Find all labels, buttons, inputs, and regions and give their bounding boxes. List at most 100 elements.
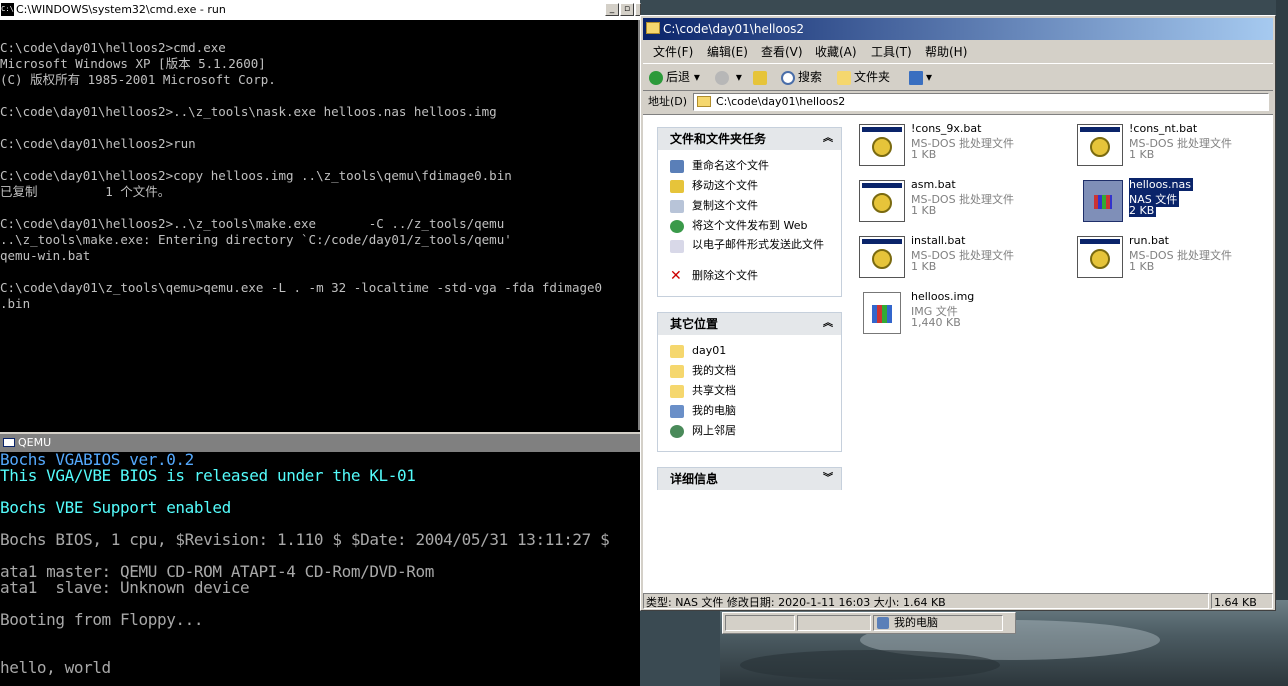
task-rename[interactable]: 重命名这个文件 xyxy=(658,156,841,176)
details-title: 详细信息 xyxy=(670,472,719,486)
details-header[interactable]: 详细信息 ︾ xyxy=(658,468,841,490)
tasks-panel-header[interactable]: 文件和文件夹任务 ︽ xyxy=(658,128,841,150)
menu-file[interactable]: 文件(F) xyxy=(653,42,693,62)
file-size: 1 KB xyxy=(1129,148,1155,161)
menu-favorites[interactable]: 收藏(A) xyxy=(815,42,857,62)
task-publish-web[interactable]: 将这个文件发布到 Web xyxy=(658,216,841,236)
batch-file-icon xyxy=(1077,124,1123,166)
details-panel: 详细信息 ︾ xyxy=(657,467,842,490)
collapse-icon[interactable]: ︽ xyxy=(823,313,833,335)
back-button[interactable]: 后退 ▾ xyxy=(649,64,700,90)
cmd-window[interactable]: C:\ C:\WINDOWS\system32\cmd.exe - run _ … xyxy=(0,0,641,430)
batch-file-icon xyxy=(859,124,905,166)
folder-icon xyxy=(670,365,684,378)
file-name: !cons_9x.bat xyxy=(911,122,982,135)
search-button[interactable]: 搜索 xyxy=(781,64,822,90)
window-icon xyxy=(3,438,15,447)
expand-icon[interactable]: ︾ xyxy=(823,468,833,490)
back-arrow-icon xyxy=(649,70,663,85)
explorer-title-bar[interactable]: C:\code\day01\helloos2 xyxy=(643,18,1273,40)
address-bar: 地址(D) C:\code\day01\helloos2 xyxy=(643,90,1273,113)
place-my-documents[interactable]: 我的文档 xyxy=(658,361,841,381)
desktop-shadow xyxy=(740,650,1000,680)
search-icon xyxy=(781,70,795,85)
move-icon xyxy=(670,180,684,193)
my-computer-item[interactable]: 我的电脑 xyxy=(873,615,1003,631)
task-email[interactable]: 以电子邮件形式发送此文件 xyxy=(658,236,841,266)
menu-edit[interactable]: 编辑(E) xyxy=(707,42,748,62)
place-network[interactable]: 网上邻居 xyxy=(658,421,841,441)
cmd-output[interactable]: C:\code\day01\helloos2>cmd.exe Microsoft … xyxy=(0,40,640,430)
up-button[interactable] xyxy=(753,64,770,90)
folder-icon xyxy=(697,96,711,107)
email-icon xyxy=(670,240,684,253)
place-day01[interactable]: day01 xyxy=(658,341,841,361)
file-item[interactable]: install.bat MS-DOS 批处理文件 1 KB xyxy=(859,233,1059,283)
menu-view[interactable]: 查看(V) xyxy=(761,42,803,62)
task-delete[interactable]: ✕ 删除这个文件 xyxy=(658,266,841,286)
cmd-line: C:\code\day01\z_tools\qemu>qemu.exe -L .… xyxy=(0,280,603,295)
file-size: 1 KB xyxy=(911,204,937,217)
task-label: 将这个文件发布到 Web xyxy=(692,219,808,232)
file-item[interactable]: !cons_nt.bat MS-DOS 批处理文件 1 KB xyxy=(1077,121,1277,171)
collapse-icon[interactable]: ︽ xyxy=(823,128,833,150)
qemu-line: Booting from Floppy... xyxy=(0,610,204,629)
task-move[interactable]: 移动这个文件 xyxy=(658,176,841,196)
menu-help[interactable]: 帮助(H) xyxy=(925,42,967,62)
cmd-line xyxy=(0,200,640,216)
cmd-line xyxy=(0,264,640,280)
file-item[interactable]: asm.bat MS-DOS 批处理文件 1 KB xyxy=(859,177,1059,227)
status-size: 1.64 KB xyxy=(1211,593,1273,609)
cmd-line xyxy=(0,88,640,104)
minimize-button[interactable]: _ xyxy=(605,3,619,16)
cmd-line: qemu-win.bat xyxy=(0,248,91,263)
tasks-panel-title: 文件和文件夹任务 xyxy=(670,132,767,146)
batch-file-icon xyxy=(1077,236,1123,278)
computer-icon xyxy=(670,405,684,418)
desktop-edge xyxy=(1276,0,1288,600)
back-label: 后退 xyxy=(666,70,691,84)
place-shared-documents[interactable]: 共享文档 xyxy=(658,381,841,401)
computer-icon xyxy=(877,617,889,629)
file-size: 1 KB xyxy=(911,260,937,273)
globe-icon xyxy=(670,220,684,233)
cmd-line: Microsoft Windows XP [版本 5.1.2600] xyxy=(0,56,266,71)
place-my-computer[interactable]: 我的电脑 xyxy=(658,401,841,421)
cmd-line: C:\code\day01\helloos2>..\z_tools\make.e… xyxy=(0,216,505,231)
file-item[interactable]: helloos.img IMG 文件 1,440 KB xyxy=(859,289,1059,339)
task-copy[interactable]: 复制这个文件 xyxy=(658,196,841,216)
qemu-title-bar[interactable]: QEMU xyxy=(0,432,640,452)
address-input[interactable]: C:\code\day01\helloos2 xyxy=(693,93,1269,111)
views-button[interactable]: ▾ xyxy=(909,64,932,90)
place-label: 我的文档 xyxy=(692,364,736,377)
file-item-selected[interactable]: helloos.nas NAS 文件 2 KB xyxy=(1077,177,1277,227)
img-file-icon xyxy=(863,292,901,334)
forward-button[interactable]: ▾ xyxy=(715,64,742,90)
other-places-title: 其它位置 xyxy=(670,317,719,331)
my-computer-label: 我的电脑 xyxy=(894,616,938,629)
menu-tools[interactable]: 工具(T) xyxy=(871,42,912,62)
restore-button[interactable]: ▫ xyxy=(620,3,634,16)
other-places-header[interactable]: 其它位置 ︽ xyxy=(658,313,841,335)
cmd-line: C:\code\day01\helloos2>copy helloos.img … xyxy=(0,168,512,183)
search-label: 搜索 xyxy=(798,70,823,84)
qemu-window[interactable]: QEMU Bochs VGABIOS ver.0.2 This VGA/VBE B… xyxy=(0,430,640,686)
file-item[interactable]: run.bat MS-DOS 批处理文件 1 KB xyxy=(1077,233,1277,283)
task-label: 移动这个文件 xyxy=(692,179,758,192)
cmd-title-bar[interactable]: C:\ C:\WINDOWS\system32\cmd.exe - run _ … xyxy=(0,0,641,20)
explorer-window[interactable]: C:\code\day01\helloos2 文件(F) 编辑(E) 查看(V)… xyxy=(640,15,1276,611)
folders-button[interactable]: 文件夹 xyxy=(837,64,890,90)
status-bar: 类型: NAS 文件 修改日期: 2020-1-11 16:03 大小: 1.6… xyxy=(643,593,1273,610)
file-size: 2 KB xyxy=(1129,204,1157,217)
file-item[interactable]: !cons_9x.bat MS-DOS 批处理文件 1 KB xyxy=(859,121,1059,171)
qemu-screen[interactable]: Bochs VGABIOS ver.0.2 This VGA/VBE BIOS i… xyxy=(0,452,640,686)
nas-file-icon xyxy=(1083,180,1123,222)
cmd-title: C:\WINDOWS\system32\cmd.exe - run xyxy=(16,3,226,16)
batch-file-icon xyxy=(859,236,905,278)
file-name: asm.bat xyxy=(911,178,956,191)
menu-bar: 文件(F) 编辑(E) 查看(V) 收藏(A) 工具(T) 帮助(H) xyxy=(643,42,1273,62)
toolbar: 后退 ▾ ▾ 搜索 文件夹 ▾ xyxy=(643,63,1273,90)
views-icon xyxy=(909,70,923,85)
cmd-line: 已复制 1 个文件。 xyxy=(0,184,171,199)
file-size: 1 KB xyxy=(911,148,937,161)
